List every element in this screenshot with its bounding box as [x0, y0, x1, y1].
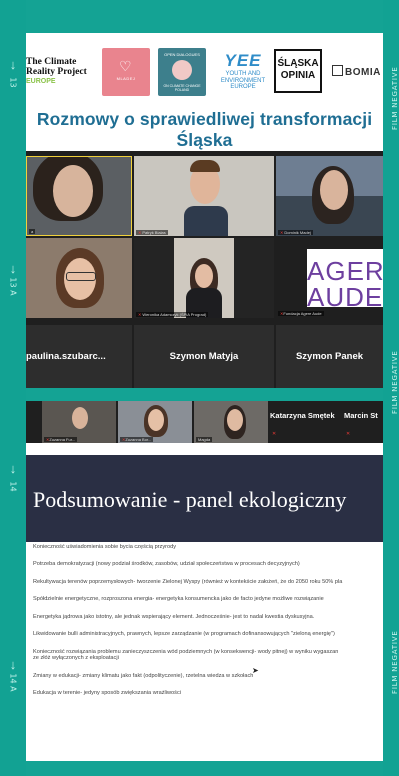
yee-logo: YEE YOUTH AND ENVIRONMENT EUROPE: [220, 51, 266, 90]
participant-name-tile[interactable]: Szymon Panek: [276, 325, 383, 388]
event-banner: The Climate Reality Project EUROPE ♡ MLA…: [26, 33, 383, 151]
mic-muted-icon: ✕: [138, 312, 142, 317]
list-item: Konieczność rozwiązania problemu zaniecz…: [33, 648, 339, 662]
frame-number: ↓ 14: [0, 462, 26, 492]
video-tile[interactable]: ✕Patryk Białas: [134, 156, 274, 236]
mouse-cursor-icon: ➤: [252, 666, 259, 675]
glasses-icon: [66, 272, 96, 281]
climate-reality-logo: The Climate Reality Project EUROPE: [26, 57, 87, 85]
participant-name-tag: ✕Patryk Białas: [136, 230, 168, 235]
video-tile[interactable]: ✕Dominik Madej: [276, 156, 383, 236]
list-item: Rekultywacja terenów poprzemysłowych- tw…: [33, 578, 343, 585]
slide-bullet-list: Konieczność uświadomienia sobie bycia cz…: [33, 544, 383, 708]
mic-muted-icon: ✕: [138, 230, 142, 235]
list-item: Zmiany w edukacji- zmiany klimatu jako f…: [33, 672, 254, 679]
participant-thumbnail[interactable]: Magda: [194, 401, 268, 443]
video-tile[interactable]: ✕Weronika Adamczyk (ŚPiA Prograd): [134, 238, 274, 318]
participant-strip: ✕Zuzanna Fur... ✕Zuzanna Bor... Magda Ka…: [26, 401, 383, 443]
participant-name-tile[interactable]: paulina.szubarc...: [26, 325, 132, 388]
participant-name-tag: a: [29, 229, 36, 234]
mic-muted-icon: ✕: [346, 431, 351, 437]
building-icon: [332, 65, 343, 76]
participant-name-tag: ✕Dominik Madej: [278, 230, 313, 235]
participant-thumbnail[interactable]: ✕Zuzanna Bor...: [118, 401, 192, 443]
frame-number: ↓ 13 A: [0, 262, 26, 296]
film-negative-label: FILM NEGATIVE: [391, 66, 399, 130]
list-item: Potrzeba demokratyzacji (nowy podział śr…: [33, 561, 300, 568]
participant-name-tile[interactable]: Szymon Matyja: [134, 325, 274, 388]
bomia-logo: BOMIA: [332, 65, 381, 78]
banner-title: Rozmowy o sprawiedliwej transformacji Śl…: [36, 109, 373, 150]
participant-thumbnail[interactable]: ✕Zuzanna Fur...: [42, 401, 116, 443]
mic-muted-icon: ✕: [272, 431, 277, 437]
list-item: Likwidowanie bulli administracyjnych, pr…: [33, 631, 335, 638]
mladej-logo: ♡ MLADEJ: [102, 48, 150, 96]
participant-name-tag: ✕Fundacja Agere Aude: [278, 311, 324, 316]
list-item: Konieczność uświadomienia sobie bycia cz…: [33, 544, 177, 550]
agere-aude-logo: AGERE AUDE: [307, 249, 383, 310]
video-tile[interactable]: a: [26, 156, 132, 236]
video-tile[interactable]: [26, 238, 132, 318]
open-dialogues-logo: OPEN DIALOGUES ON CLIMATE CHANGE POLAND: [158, 48, 206, 96]
list-item: Energetyka jądrowa jako istotny, ale jed…: [33, 613, 315, 620]
list-item: Edukacja w terenie- jedyny sposób zwięks…: [33, 690, 181, 697]
video-call-screenshot-2: ✕Zuzanna Fur... ✕Zuzanna Bor... Magda Ka…: [26, 401, 383, 761]
video-call-screenshot-1: The Climate Reality Project EUROPE ♡ MLA…: [26, 33, 383, 388]
frame-number: ↓ 14 A: [0, 658, 26, 692]
film-border-left: ↓ 13 ↓ 13 A ↓ 14 ↓ 14 A: [0, 0, 26, 776]
film-border-right: FILM NEGATIVE FILM NEGATIVE FILM NEGATIV…: [383, 0, 399, 776]
participant-name[interactable]: Katarzyna Smętek: [270, 411, 335, 420]
mic-muted-icon: ✕: [280, 230, 284, 235]
participant-name-tag: ✕Weronika Adamczyk (ŚPiA Prograd): [136, 312, 209, 317]
slaska-opinia-logo: ŚLĄSKA OPINIA: [274, 49, 322, 93]
slide-title: Podsumowanie - panel ekologiczny: [33, 487, 347, 512]
film-negative-label: FILM NEGATIVE: [391, 630, 399, 694]
list-item: Spółdzielnie energetyczne, rozproszona e…: [33, 596, 324, 603]
film-negative-label: FILM NEGATIVE: [391, 350, 399, 414]
participant-name[interactable]: Marcin St: [344, 411, 378, 420]
frame-number: ↓ 13: [0, 58, 26, 88]
globe-icon: [172, 60, 192, 80]
heart-icon: ♡: [119, 58, 132, 74]
